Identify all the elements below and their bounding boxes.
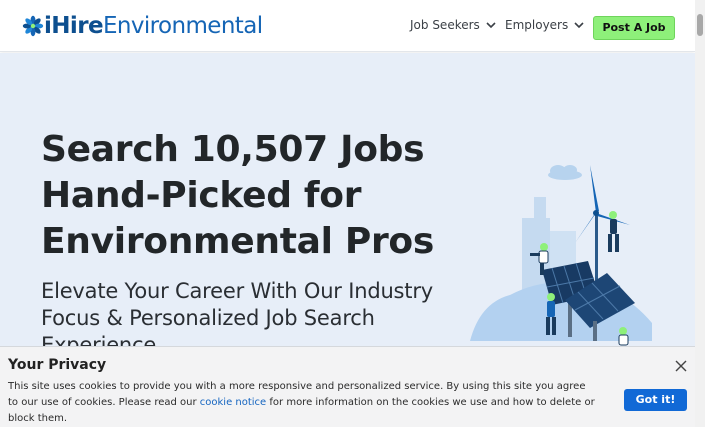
hero-headline: Search 10,507 Jobs Hand-Picked for Envir…	[41, 127, 461, 265]
headline-line: Search 10,507 Jobs	[41, 129, 425, 170]
solar-panel-workers-illustration	[470, 153, 670, 346]
cookie-notice-link[interactable]: cookie notice	[200, 397, 266, 408]
privacy-banner: Your Privacy This site uses cookies to p…	[0, 346, 695, 427]
site-logo[interactable]: iHireEnvironmental	[22, 11, 263, 41]
site-header: iHireEnvironmental Job Seekers Employers…	[0, 0, 695, 52]
scrollbar-thumb[interactable]	[697, 14, 703, 36]
logo-wordmark: iHireEnvironmental	[44, 11, 263, 41]
nav-employers-label: Employers	[505, 18, 569, 32]
accept-cookies-button[interactable]: Got it!	[624, 389, 687, 411]
hero-subheadline: Elevate Your Career With Our Industry Fo…	[41, 278, 441, 346]
hero-section: Search 10,507 Jobs Hand-Picked for Envir…	[0, 53, 695, 346]
logo-environmental-text: Environmental	[102, 13, 263, 39]
subheadline-line: Elevate Your Career With Our Industry	[41, 279, 433, 303]
headline-line: Environmental Pros	[41, 221, 434, 262]
nav-employers[interactable]: Employers	[505, 18, 584, 32]
nav-job-seekers[interactable]: Job Seekers	[410, 18, 496, 32]
headline-line: Hand-Picked for	[41, 175, 362, 216]
ihire-flower-logo-icon	[22, 15, 44, 37]
chevron-down-icon	[486, 21, 496, 29]
privacy-title: Your Privacy	[8, 357, 107, 373]
close-privacy-button[interactable]	[674, 358, 688, 372]
subheadline-line: Focus & Personalized Job Search	[41, 306, 375, 330]
post-a-job-button[interactable]: Post A Job	[593, 16, 675, 40]
nav-job-seekers-label: Job Seekers	[410, 18, 480, 32]
privacy-text: This site uses cookies to provide you wi…	[8, 379, 598, 427]
logo-ihire-text: iHire	[44, 13, 104, 39]
close-icon	[674, 358, 688, 377]
chevron-down-icon	[574, 21, 584, 29]
page-scrollbar[interactable]	[695, 0, 705, 427]
subheadline-line: Experience	[41, 333, 157, 346]
